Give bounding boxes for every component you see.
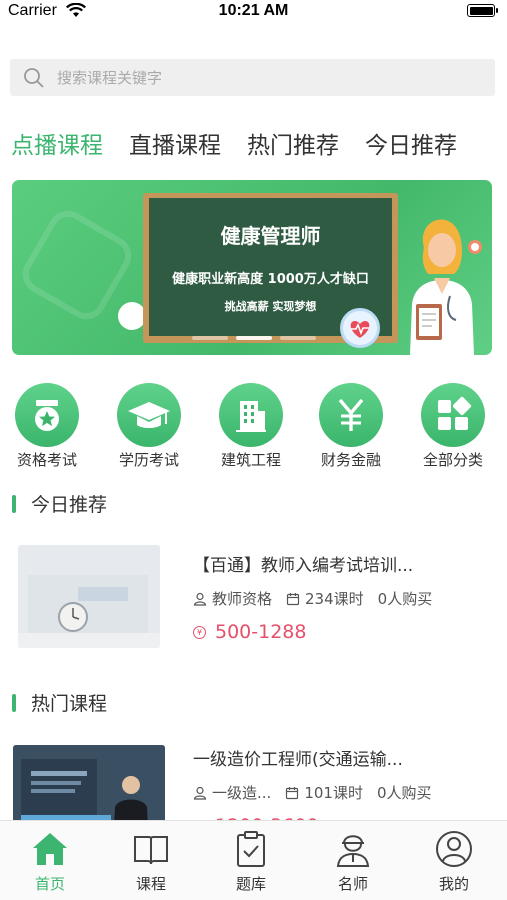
profile-icon xyxy=(436,831,472,867)
question-bank-icon xyxy=(237,831,265,867)
tab-profile[interactable]: 我的 xyxy=(414,829,494,894)
course-lessons: 234课时 xyxy=(286,588,364,609)
doctor-illustration xyxy=(402,208,482,355)
course-teacher: 教师资格 xyxy=(193,588,272,609)
course-teacher-label: 一级造... xyxy=(212,784,272,802)
book-icon xyxy=(134,836,168,865)
course-buyers: 0人购买 xyxy=(376,784,432,802)
yen-icon: ¥ xyxy=(193,625,206,639)
carousel-dot[interactable] xyxy=(236,336,272,340)
category-all[interactable]: 全部分类 xyxy=(408,383,498,470)
course-title: 一级造价工程师(交通运输... xyxy=(193,750,403,770)
calendar-icon xyxy=(286,592,300,605)
banner-subtitle: 健康职业新高度 1000万人才缺口 xyxy=(172,272,369,287)
heart-monitor-icon xyxy=(340,308,380,348)
clock: 10:21 AM xyxy=(218,2,289,19)
section-marker xyxy=(12,494,16,513)
section-title: 热门课程 xyxy=(31,693,108,715)
graduation-cap-icon xyxy=(117,383,181,447)
search-bar[interactable] xyxy=(10,59,495,96)
category-label: 建筑工程 xyxy=(220,451,281,469)
course-price-value: 500-1288 xyxy=(215,621,307,643)
battery-icon xyxy=(467,4,498,17)
tab-teachers[interactable]: 名师 xyxy=(313,829,393,894)
course-price: ¥ 500-1288 xyxy=(193,621,493,643)
course-tabs: 点播课程 直播课程 热门推荐 今日推荐 xyxy=(11,126,483,160)
section-header-hot: 热门课程 xyxy=(12,689,107,716)
user-icon xyxy=(193,592,207,606)
medal-icon xyxy=(15,383,79,447)
tab-label: 课程 xyxy=(135,875,166,893)
promo-banner[interactable]: 健康管理师 健康职业新高度 1000万人才缺口 挑战高薪 实现梦想 xyxy=(12,180,492,355)
banner-title: 健康管理师 xyxy=(220,224,321,248)
flask-icon xyxy=(118,302,146,330)
category-label: 资格考试 xyxy=(16,451,77,469)
course-thumbnail xyxy=(18,545,160,648)
course-teacher-label: 教师资格 xyxy=(212,590,273,608)
course-buyers: 0人购买 xyxy=(377,590,433,608)
all-categories-icon xyxy=(421,383,485,447)
tab-label: 名师 xyxy=(337,875,368,893)
category-finance[interactable]: 财务金融 xyxy=(306,383,396,470)
carousel-indicator xyxy=(192,336,324,340)
home-icon xyxy=(33,833,67,865)
calendar-icon xyxy=(286,786,299,799)
category-label: 财务金融 xyxy=(320,451,381,469)
tab-home[interactable]: 首页 xyxy=(10,829,90,894)
tab-on-demand[interactable]: 点播课程 xyxy=(11,126,103,160)
section-title: 今日推荐 xyxy=(31,494,108,516)
course-info: 【百通】教师入编考试培训... 教师资格 234课时 0人购买 ¥ 500-12… xyxy=(193,551,493,643)
user-icon xyxy=(193,786,207,800)
bottom-tab-bar: 首页 课程 题库 名师 我的 xyxy=(0,820,507,900)
search-input[interactable] xyxy=(57,68,457,87)
tab-label: 题库 xyxy=(235,875,266,893)
section-marker xyxy=(12,693,16,712)
course-title: 【百通】教师入编考试培训... xyxy=(193,556,414,576)
course-lessons-label: 101课时 xyxy=(304,784,363,802)
tab-live[interactable]: 直播课程 xyxy=(129,126,221,160)
course-meta: 教师资格 234课时 0人购买 xyxy=(193,588,493,609)
course-lessons: 101课时 xyxy=(285,782,363,803)
tab-hot[interactable]: 热门推荐 xyxy=(247,126,339,160)
tab-today[interactable]: 今日推荐 xyxy=(365,126,457,160)
building-icon xyxy=(219,383,283,447)
section-header-today: 今日推荐 xyxy=(12,490,107,517)
tab-label: 首页 xyxy=(34,875,65,893)
carousel-dot[interactable] xyxy=(280,336,316,340)
course-teacher: 一级造... xyxy=(193,782,271,803)
category-label: 全部分类 xyxy=(422,451,483,469)
tab-question-bank[interactable]: 题库 xyxy=(211,829,291,894)
carousel-dot[interactable] xyxy=(192,336,228,340)
course-meta: 一级造... 101课时 0人购买 xyxy=(193,782,493,803)
category-qualification-exam[interactable]: 资格考试 xyxy=(2,383,92,470)
course-lessons-label: 234课时 xyxy=(305,590,364,608)
tab-label: 我的 xyxy=(438,875,469,893)
status-bar: Carrier 10:21 AM xyxy=(0,0,507,24)
tab-courses[interactable]: 课程 xyxy=(111,829,191,894)
teacher-icon xyxy=(336,835,370,867)
category-label: 学历考试 xyxy=(118,451,179,469)
yen-icon xyxy=(319,383,383,447)
category-education-exam[interactable]: 学历考试 xyxy=(104,383,194,470)
search-icon xyxy=(24,67,44,88)
category-construction[interactable]: 建筑工程 xyxy=(206,383,296,470)
